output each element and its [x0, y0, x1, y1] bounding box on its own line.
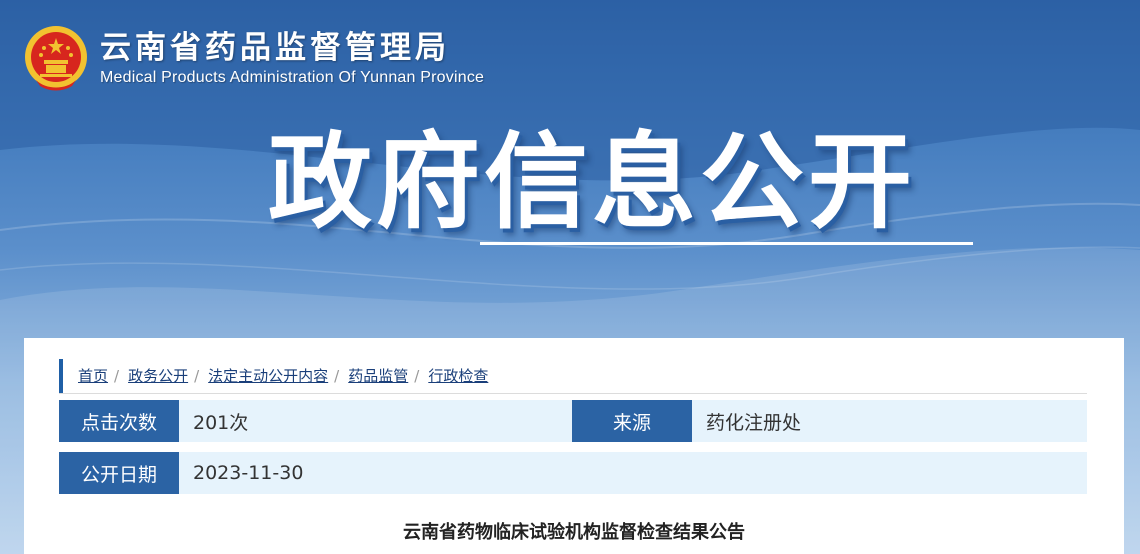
national-emblem-icon — [25, 26, 87, 91]
article-title: 云南省药物临床试验机构监督检查结果公告 — [403, 522, 745, 543]
breadcrumb-marker — [59, 358, 63, 393]
clicks-label: 点击次数 — [59, 400, 179, 442]
site-title-cn: 云南省药品监督管理局 — [100, 30, 450, 66]
site-header: 云南省药品监督管理局 Medical Products Administrati… — [22, 20, 484, 96]
breadcrumb-drug-supervision[interactable]: 药品监管 — [348, 365, 408, 386]
hero-title: 政府信息公开 — [268, 121, 917, 243]
content-panel: 首页 / 政务公开 / 法定主动公开内容 / 药品监管 / 行政检查 点击次数 … — [24, 338, 1124, 554]
source-label: 来源 — [572, 400, 692, 442]
site-title-en: Medical Products Administration Of Yunna… — [100, 69, 485, 86]
breadcrumb-separator: / — [334, 366, 340, 385]
breadcrumb-separator: / — [414, 366, 420, 385]
hero-underline — [480, 242, 973, 245]
breadcrumb-statutory-disclosure[interactable]: 法定主动公开内容 — [208, 365, 328, 386]
source-value: 药化注册处 — [706, 411, 802, 434]
info-row-clicks-source: 点击次数 201次 来源 药化注册处 — [59, 400, 1087, 442]
date-label: 公开日期 — [59, 452, 179, 494]
breadcrumb-administrative-inspection[interactable]: 行政检查 — [428, 365, 488, 386]
breadcrumb-separator: / — [194, 366, 200, 385]
info-row-date: 公开日期 2023-11-30 — [59, 452, 1087, 494]
page: 云南省药品监督管理局 Medical Products Administrati… — [0, 0, 1140, 554]
date-value: 2023-11-30 — [193, 462, 304, 484]
breadcrumb-government-affairs[interactable]: 政务公开 — [128, 365, 188, 386]
clicks-value: 201次 — [193, 411, 249, 434]
breadcrumb-home[interactable]: 首页 — [78, 365, 108, 386]
breadcrumb-separator: / — [114, 366, 120, 385]
breadcrumb: 首页 / 政务公开 / 法定主动公开内容 / 药品监管 / 行政检查 — [59, 358, 1087, 394]
